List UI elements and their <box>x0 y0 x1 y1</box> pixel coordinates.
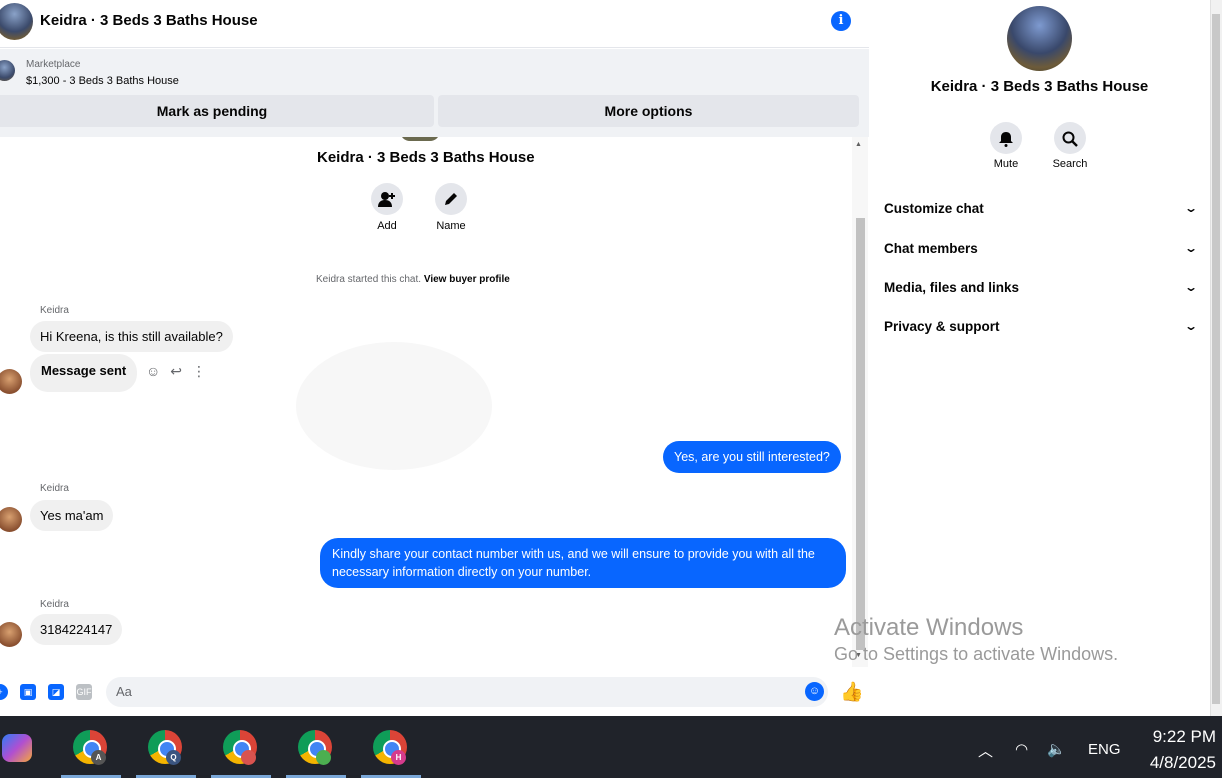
sender-name: Keidra <box>40 483 69 494</box>
watermark-subtitle: Go to Settings to activate Windows. <box>834 644 1119 664</box>
more-options-button[interactable]: More options <box>438 95 859 127</box>
more-icon[interactable]: ⋮ <box>192 363 206 380</box>
watermark-title: Activate Windows <box>834 614 1024 641</box>
message-scrollbar-thumb[interactable] <box>856 218 865 650</box>
clock-date: 4/8/2025 <box>1149 753 1216 772</box>
page-scrollbar-thumb[interactable] <box>1212 14 1220 704</box>
emoji-icon[interactable]: ☺ <box>805 682 824 701</box>
menu-chat-members[interactable]: Chat members ⌄ <box>884 233 1199 263</box>
profile-avatar-icon <box>316 750 331 765</box>
language-indicator[interactable]: ENG <box>1088 741 1121 758</box>
sticker-icon[interactable]: ◪ <box>48 684 64 700</box>
volume-icon[interactable]: 🔈 <box>1047 740 1066 758</box>
chrome-profile-green[interactable] <box>298 730 334 766</box>
menu-media-files-links[interactable]: Media, files and links ⌄ <box>884 272 1199 302</box>
profile-avatar-icon <box>241 750 256 765</box>
add-person-button[interactable] <box>371 183 403 215</box>
menu-privacy-support[interactable]: Privacy & support ⌄ <box>884 311 1199 341</box>
reply-icon[interactable]: ↩ <box>170 363 182 380</box>
incoming-message[interactable]: Hi Kreena, is this still available? <box>30 321 233 352</box>
marketplace-label: Marketplace <box>26 59 81 70</box>
bell-icon <box>999 132 1013 148</box>
chrome-profile-a[interactable]: A <box>73 730 109 766</box>
photo-icon[interactable]: ▣ <box>20 684 36 700</box>
system-clock[interactable]: 9:22 PM 4/8/2025 <box>1140 724 1216 776</box>
menu-label: Customize chat <box>884 200 984 216</box>
clock-time: 9:22 PM <box>1152 727 1216 746</box>
menu-label: Media, files and links <box>884 279 1020 295</box>
scroll-up-icon[interactable]: ▲ <box>855 141 862 148</box>
chat-panel: Keidra · 3 Beds 3 Baths House i Marketpl… <box>0 0 869 716</box>
windows-taskbar: A Q H ︿ ◠ 🔈 ENG 9:22 PM 4/8/2025 <box>0 716 1222 778</box>
name-chat-button[interactable] <box>435 183 467 215</box>
chat-title[interactable]: Keidra · 3 Beds 3 Baths House <box>40 12 258 29</box>
add-person-icon <box>378 192 395 207</box>
menu-label: Chat members <box>884 240 978 256</box>
copilot-icon[interactable] <box>2 734 32 762</box>
info-icon[interactable]: i <box>831 11 851 31</box>
menu-label: Privacy & support <box>884 318 1000 334</box>
chrome-profile-q[interactable]: Q <box>148 730 184 766</box>
chat-started-note: Keidra started this chat. View buyer pro… <box>316 274 510 285</box>
incoming-message[interactable]: Yes ma'am <box>30 500 114 531</box>
chevron-down-icon: ⌄ <box>1183 241 1199 255</box>
react-icon[interactable]: ☺ <box>146 363 160 380</box>
conversation-details-panel: Keidra · 3 Beds 3 Baths House Mute Searc… <box>869 0 1210 716</box>
message-list[interactable]: Keidra · 3 Beds 3 Baths House Add Name K… <box>0 137 852 667</box>
composer-bar: + ▣ ◪ GIF Aa ☺ 👍 <box>0 674 869 710</box>
listing-thumbnail[interactable] <box>0 60 15 81</box>
view-buyer-profile-link[interactable]: View buyer profile <box>424 274 510 285</box>
chevron-down-icon: ⌄ <box>1183 319 1199 333</box>
wifi-icon[interactable]: ◠ <box>1015 740 1028 758</box>
profile-badge: Q <box>166 750 181 765</box>
outgoing-message[interactable]: Kindly share your contact number with us… <box>320 538 846 588</box>
profile-badge: H <box>391 750 406 765</box>
listing-photo[interactable] <box>1007 6 1072 71</box>
add-label: Add <box>377 220 397 232</box>
name-label: Name <box>436 220 466 232</box>
like-icon[interactable]: 👍 <box>840 680 864 704</box>
listing-avatar[interactable] <box>0 3 33 40</box>
pencil-icon <box>445 193 457 205</box>
sender-avatar[interactable] <box>0 507 22 532</box>
intro-avatar <box>400 137 440 141</box>
chrome-profile-h[interactable]: H <box>373 730 409 766</box>
chevron-down-icon: ⌄ <box>1183 280 1199 294</box>
marketplace-banner: Marketplace $1,300 - 3 Beds 3 Baths Hous… <box>0 49 869 137</box>
menu-customize-chat[interactable]: Customize chat ⌄ <box>884 193 1199 223</box>
details-title: Keidra · 3 Beds 3 Baths House <box>930 78 1149 95</box>
message-actions: ☺ ↩ ⋮ <box>146 363 206 380</box>
plus-icon[interactable]: + <box>0 684 8 700</box>
activate-windows-watermark: Activate Windows Go to Settings to activ… <box>834 614 1118 665</box>
messenger-window: Keidra · 3 Beds 3 Baths House i Marketpl… <box>0 0 1222 716</box>
mute-label: Mute <box>993 158 1019 170</box>
profile-badge: A <box>91 750 106 765</box>
message-input[interactable]: Aa <box>106 677 828 707</box>
chrome-profile-red[interactable] <box>223 730 259 766</box>
incoming-message[interactable]: 3184224147 <box>30 614 123 645</box>
intro-title: Keidra · 3 Beds 3 Baths House <box>317 149 535 166</box>
search-label: Search <box>1052 158 1088 170</box>
outgoing-message[interactable]: Yes, are you still interested? <box>663 441 841 473</box>
faded-overlay <box>296 342 492 470</box>
sender-avatar[interactable] <box>0 369 22 394</box>
started-text: Keidra started this chat. <box>316 274 422 285</box>
mark-as-pending-button[interactable]: Mark as pending <box>0 95 434 127</box>
chat-header: Keidra · 3 Beds 3 Baths House i <box>0 0 869 48</box>
mute-button[interactable] <box>990 122 1022 154</box>
sender-name: Keidra <box>40 599 69 610</box>
listing-summary[interactable]: $1,300 - 3 Beds 3 Baths House <box>26 75 179 87</box>
sender-name: Keidra <box>40 305 69 316</box>
chevron-up-icon[interactable]: ︿ <box>978 740 993 761</box>
sender-avatar[interactable] <box>0 622 22 647</box>
gif-icon[interactable]: GIF <box>76 684 92 700</box>
search-button[interactable] <box>1054 122 1086 154</box>
incoming-message[interactable]: Message sent <box>30 354 138 392</box>
search-icon <box>1062 131 1078 148</box>
chevron-down-icon: ⌄ <box>1183 201 1199 215</box>
